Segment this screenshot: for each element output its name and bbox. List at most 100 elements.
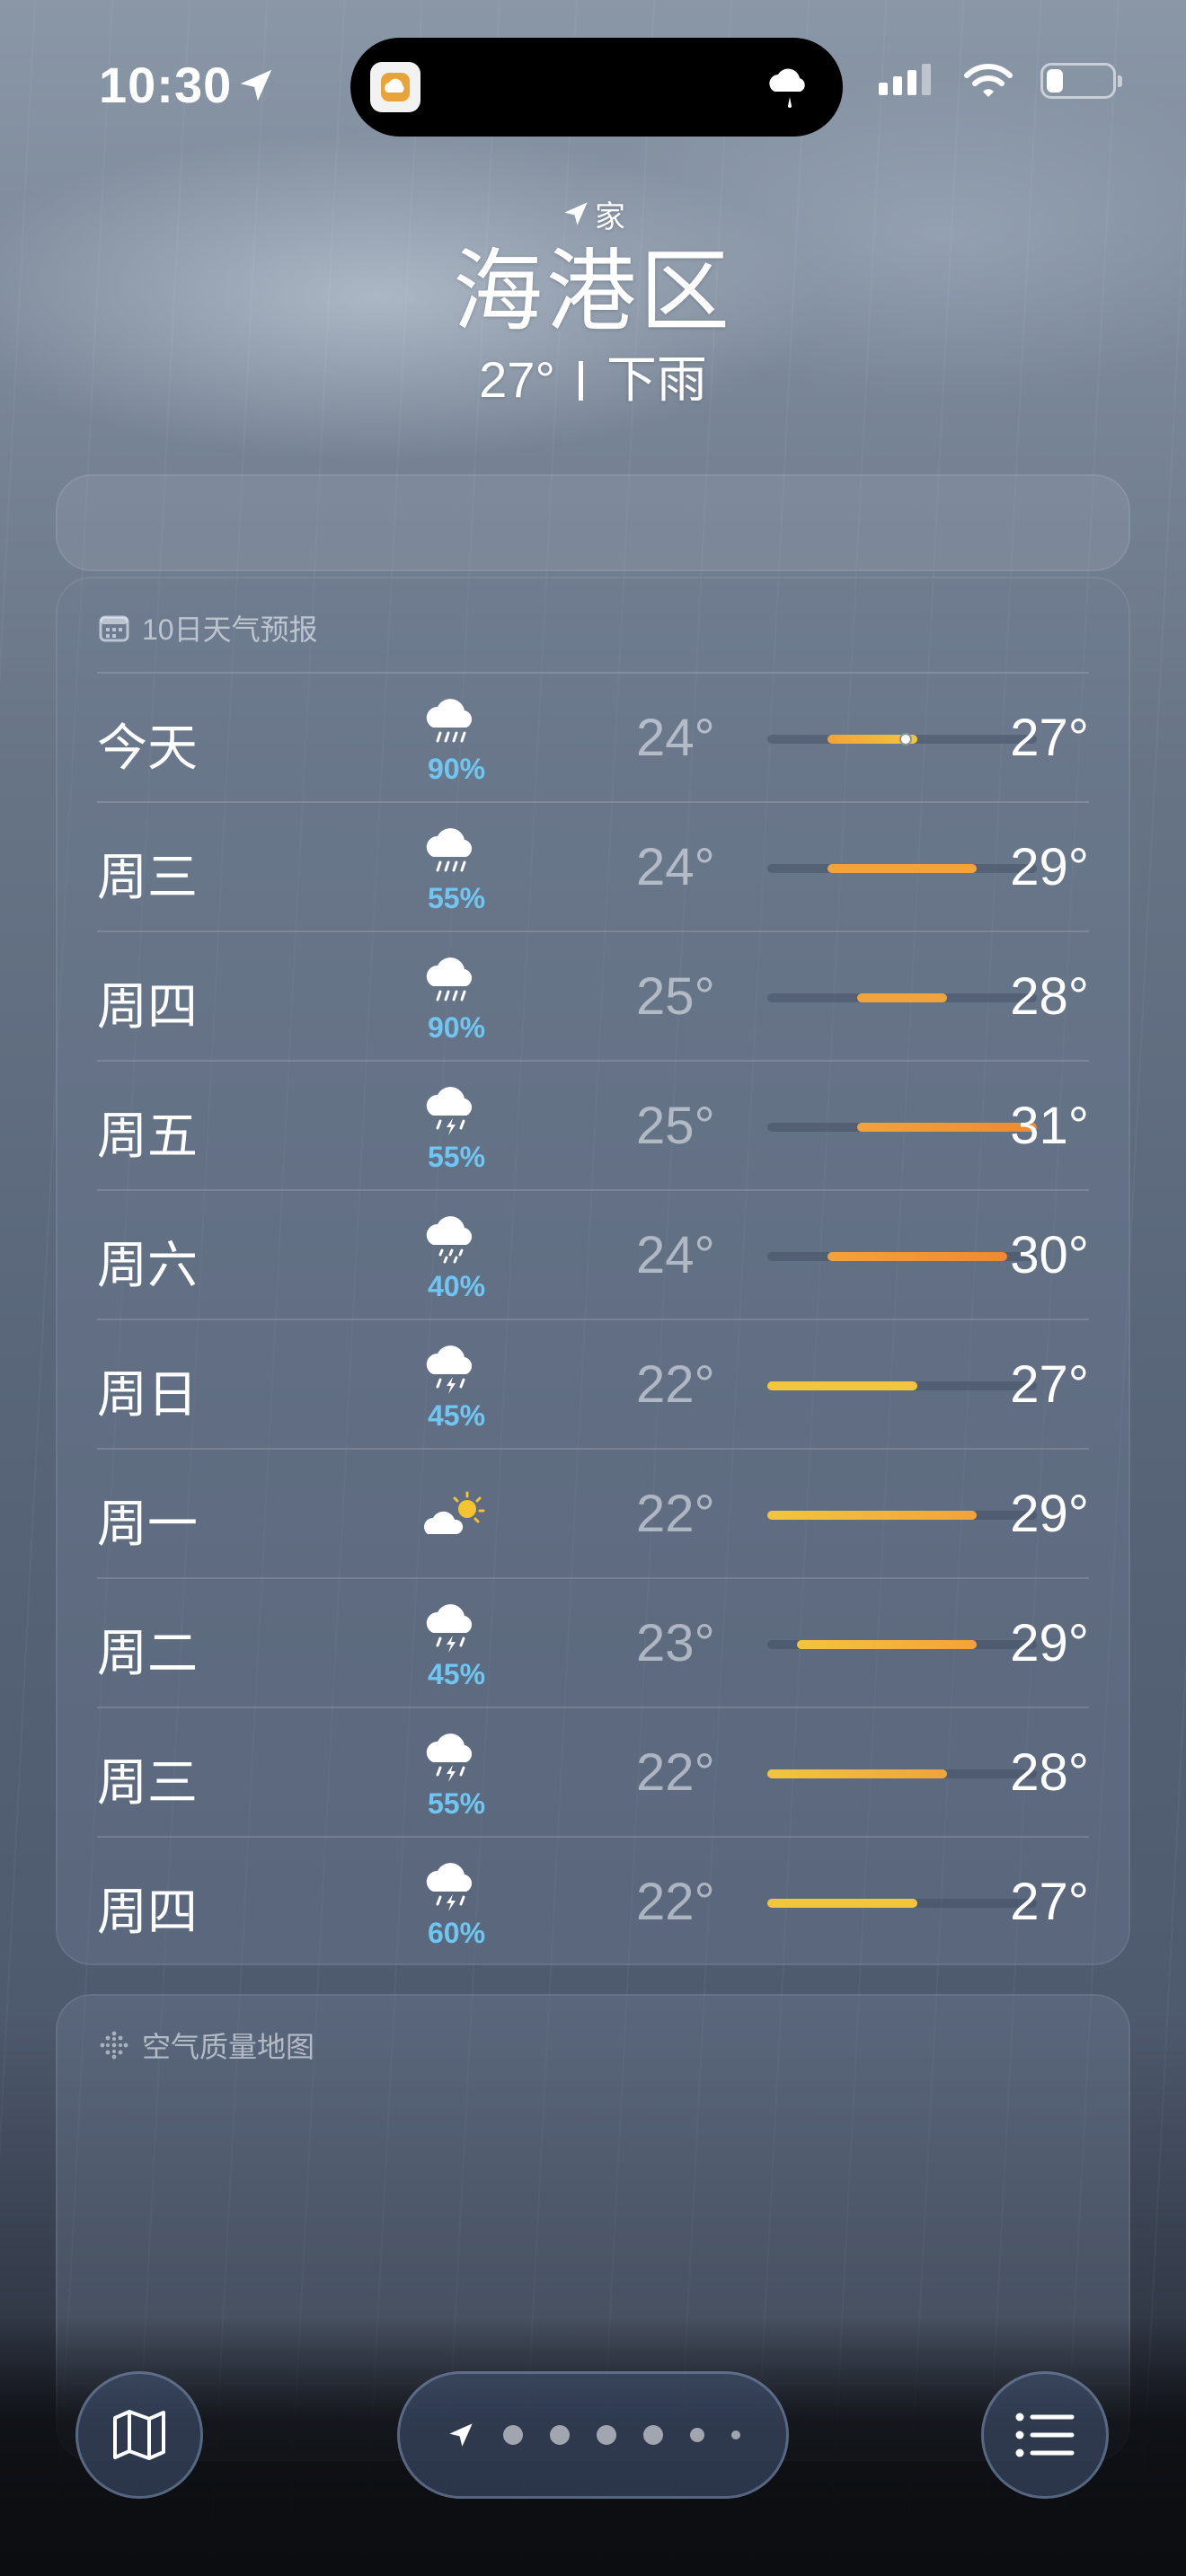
forecast-day: 周五 (97, 1107, 198, 1164)
status-time: 10:30 (99, 57, 233, 113)
cloud-bolt-rain-icon (426, 1345, 473, 1394)
collapsed-summary-card[interactable] (56, 474, 1130, 571)
cellular-signal-icon (879, 64, 931, 95)
high-temperature: 27° (1010, 1873, 1089, 1931)
forecast-row[interactable]: 今天 90% 24° 27° (97, 672, 1089, 803)
cloud-bolt-rain-icon (426, 1604, 473, 1653)
precipitation-chance: 55% (427, 882, 486, 914)
temperature-range-bar (767, 1769, 1037, 1778)
forecast-row[interactable]: 周五 55% 25° 31° (97, 1060, 1089, 1191)
temperature-range-fill (767, 1381, 917, 1390)
temperature-range-bar (767, 1252, 1037, 1261)
precipitation-chance: 90% (427, 753, 486, 785)
page-dot[interactable] (731, 2430, 740, 2439)
cloud-sun-icon (424, 1491, 485, 1534)
temperature-range-bar (767, 1511, 1037, 1520)
current-conditions: 27° 下雨 (0, 348, 1186, 411)
low-temperature: 25° (636, 1097, 715, 1155)
high-temperature: 31° (1010, 1097, 1089, 1155)
forecast-row[interactable]: 周三 55% 22° 28° (97, 1707, 1089, 1838)
precipitation-chance: 40% (427, 1270, 486, 1302)
temperature-range-fill (827, 864, 978, 873)
low-temperature: 23° (636, 1614, 715, 1672)
forecast-day: 周六 (97, 1237, 198, 1293)
current-temperature: 27° (479, 351, 555, 408)
forecast-day: 周三 (97, 1754, 198, 1811)
page-dot[interactable] (690, 2428, 704, 2442)
battery-nub (1118, 75, 1122, 87)
high-temperature: 27° (1010, 709, 1089, 767)
temperature-range-bar (767, 1123, 1037, 1132)
wifi-icon (964, 64, 1013, 97)
page-dot[interactable] (503, 2425, 523, 2445)
precipitation-chance: 45% (427, 1399, 486, 1432)
map-button[interactable] (75, 2371, 203, 2499)
weather-app-badge-icon (370, 62, 420, 112)
locations-list-button[interactable] (981, 2371, 1109, 2499)
air-quality-header: 空气质量地图 (99, 2025, 314, 2066)
low-temperature: 24° (636, 838, 715, 896)
low-temperature: 22° (636, 1485, 715, 1543)
battery-icon (1040, 63, 1122, 99)
cloud-bolt-rain-icon (426, 1087, 473, 1135)
cloud-bolt-rain-icon (426, 1734, 473, 1782)
page-indicator[interactable] (397, 2371, 789, 2499)
precipitation-chance: 60% (427, 1917, 486, 1949)
calendar-icon (99, 615, 129, 642)
forecast-day: 周日 (97, 1366, 198, 1423)
page-dot[interactable] (597, 2425, 616, 2445)
battery-level (1047, 69, 1063, 93)
forecast-day: 周三 (97, 849, 198, 905)
forecast-row[interactable]: 周一 22° 29° (97, 1448, 1089, 1579)
separator (578, 361, 583, 401)
cloud-bolt-rain-icon (426, 1863, 473, 1911)
forecast-row[interactable]: 周三 55% 24° 29° (97, 801, 1089, 932)
location-arrow-icon (564, 202, 588, 225)
temperature-range-fill (797, 1640, 978, 1649)
high-temperature: 29° (1010, 838, 1089, 896)
temperature-range-bar (767, 993, 1037, 1002)
forecast-day: 周一 (97, 1495, 198, 1552)
temperature-range-bar (767, 1640, 1037, 1649)
forecast-row[interactable]: 周二 45% 23° 29° (97, 1577, 1089, 1708)
precipitation-chance: 55% (427, 1141, 486, 1173)
high-temperature: 29° (1010, 1485, 1089, 1543)
ten-day-forecast-card[interactable]: 10日天气预报 今天 90% 24° 27° 周三 55% 24° 29° 周四 90% 25° 28… (56, 577, 1130, 1965)
forecast-day: 周四 (97, 978, 198, 1035)
precipitation-chance: 55% (427, 1787, 486, 1820)
forecast-row[interactable]: 周日 45% 22° 27° (97, 1319, 1089, 1450)
status-bar: 10:30 (0, 0, 1186, 171)
map-icon (113, 2410, 165, 2460)
forecast-day: 周二 (97, 1625, 198, 1681)
temperature-range-fill (827, 1252, 1007, 1261)
forecast-row[interactable]: 周四 90% 25° 28° (97, 931, 1089, 1062)
precipitation-chance: 90% (427, 1011, 486, 1044)
forecast-title: 10日天气预报 (142, 613, 318, 646)
forecast-row[interactable]: 周六 40% 24° 30° (97, 1189, 1089, 1320)
current-condition: 下雨 (606, 351, 707, 408)
high-temperature: 30° (1010, 1226, 1089, 1284)
low-temperature: 22° (636, 1355, 715, 1414)
low-temperature: 22° (636, 1743, 715, 1802)
page-dot[interactable] (643, 2425, 663, 2445)
forecast-header: 10日天气预报 (99, 607, 318, 648)
temperature-range-bar (767, 864, 1037, 873)
temperature-range-fill (767, 1511, 978, 1520)
city-name: 海港区 (453, 242, 733, 342)
page-dot[interactable] (550, 2425, 570, 2445)
cloud-rain-icon (426, 699, 473, 743)
high-temperature: 28° (1010, 967, 1089, 1026)
high-temperature: 29° (1010, 1614, 1089, 1672)
temperature-range-fill (767, 1899, 917, 1908)
low-temperature: 22° (636, 1873, 715, 1931)
location-header: 家 海港区 27° 下雨 (0, 189, 1186, 411)
location-arrow-icon (449, 2423, 473, 2447)
low-temperature: 25° (636, 967, 715, 1026)
dynamic-island[interactable] (350, 38, 843, 137)
temperature-range-bar (767, 1381, 1037, 1390)
forecast-row[interactable]: 周四 60% 22° 27° (97, 1836, 1089, 1967)
low-temperature: 24° (636, 709, 715, 767)
forecast-day: 今天 (97, 719, 198, 776)
temperature-range-bar (767, 1899, 1037, 1908)
status-right (877, 63, 1122, 99)
